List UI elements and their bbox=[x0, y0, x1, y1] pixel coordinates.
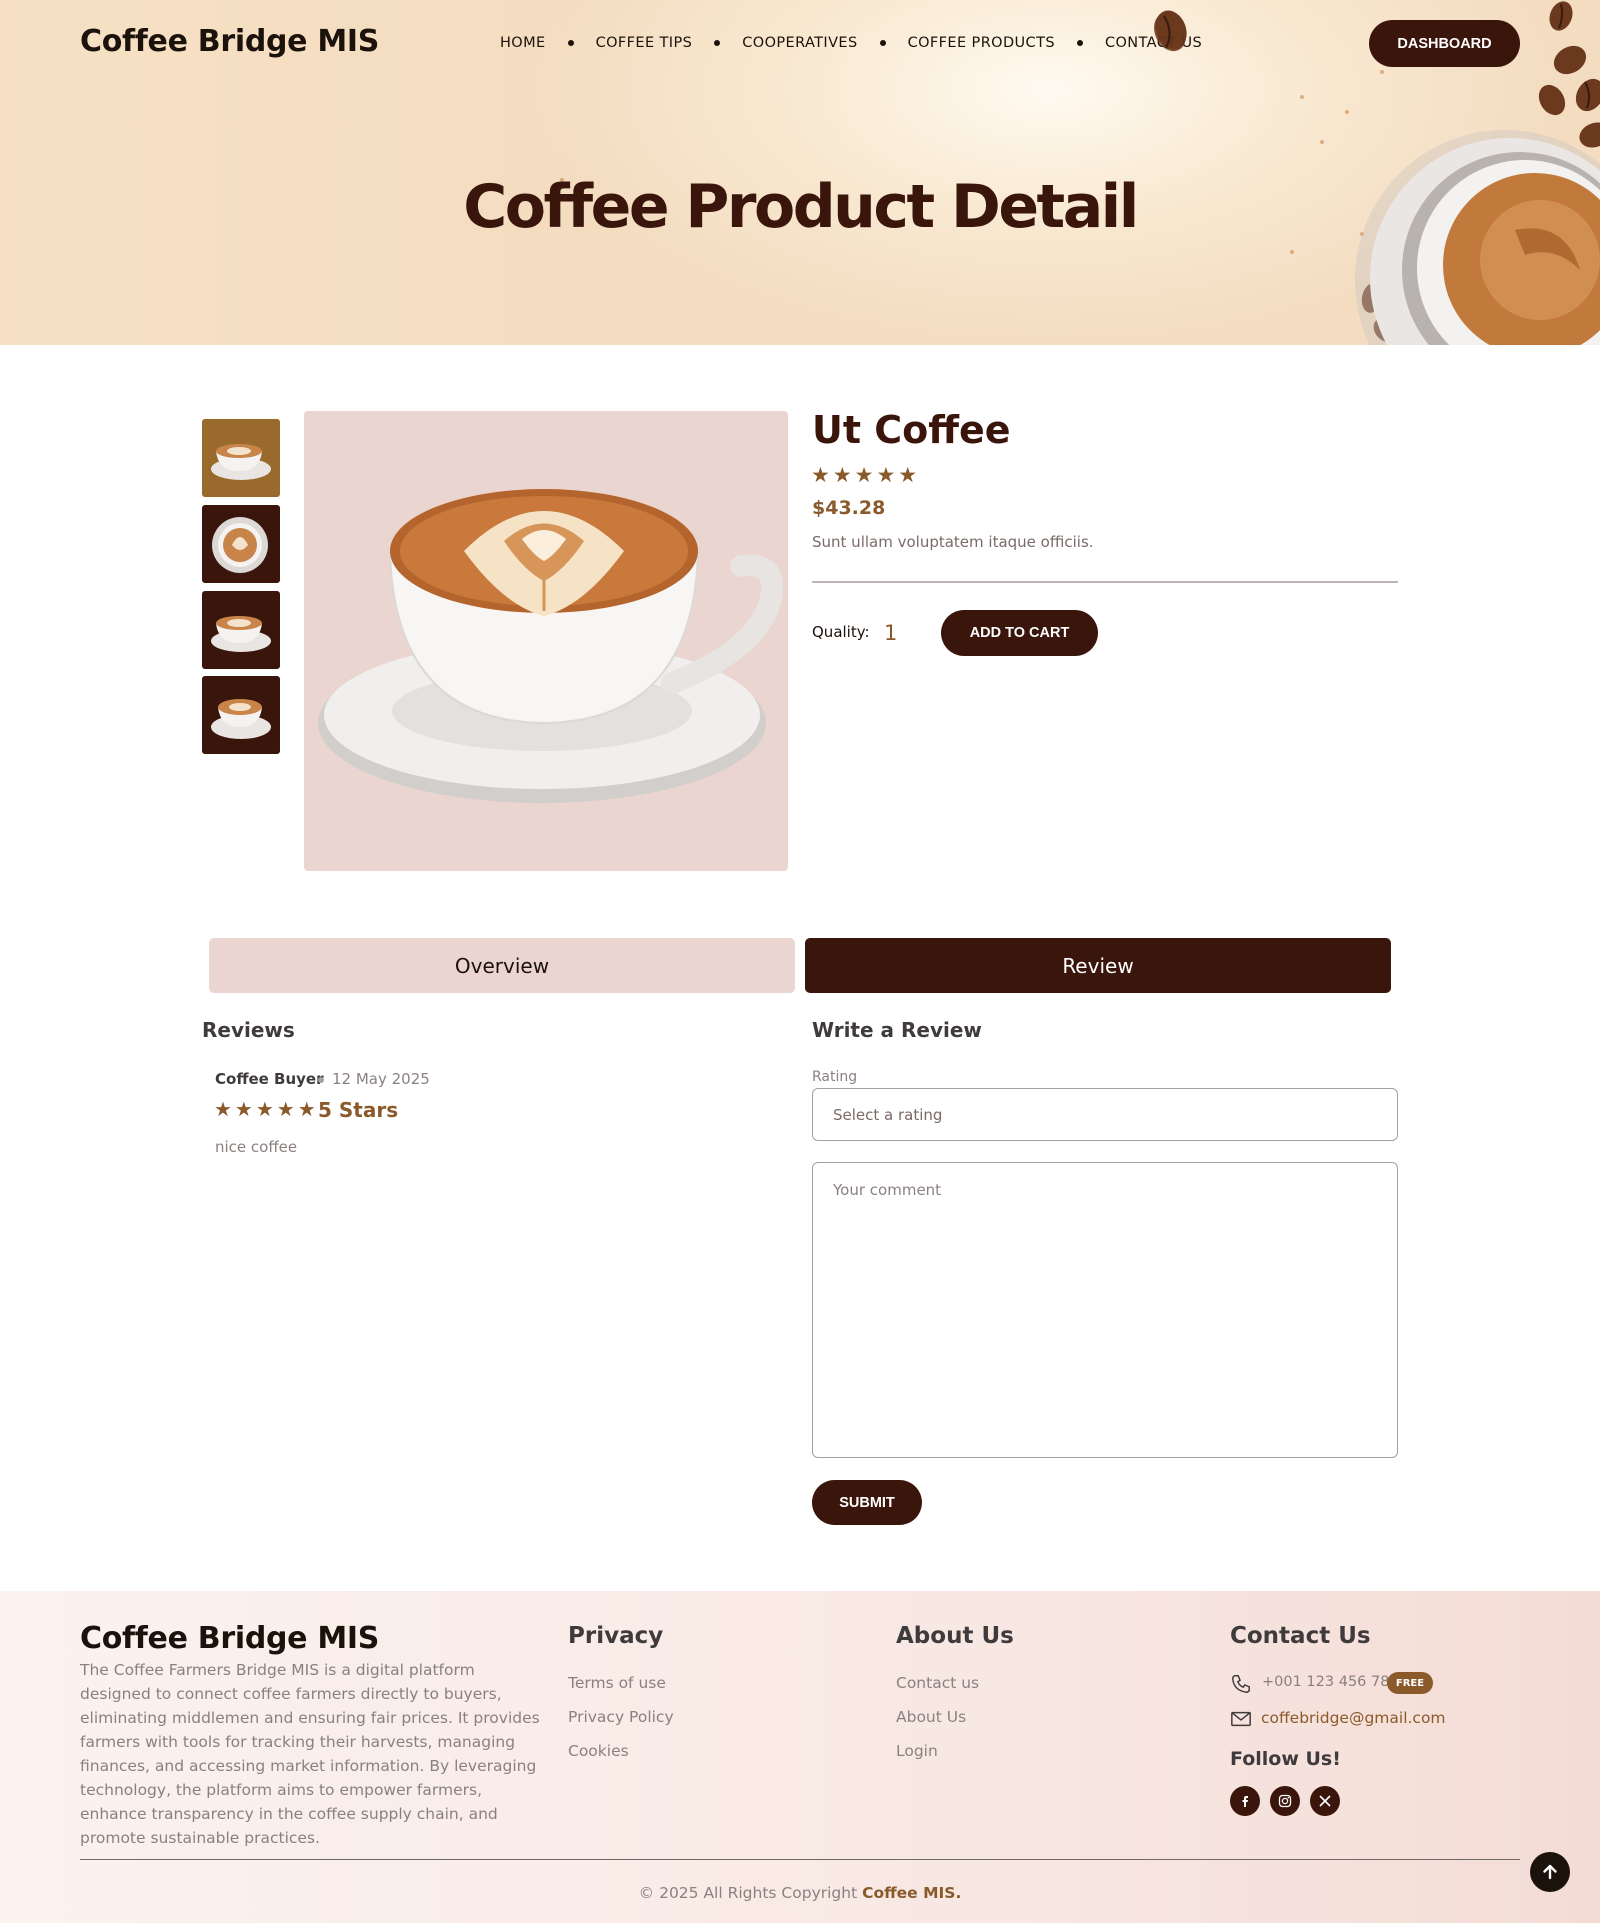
nav-separator bbox=[714, 40, 721, 46]
phone-icon bbox=[1232, 1675, 1250, 1693]
site-brand[interactable]: Coffee Bridge MIS bbox=[80, 24, 379, 59]
coffee-cup-icon bbox=[211, 444, 271, 480]
nav-coffee-tips[interactable]: COFFEE TIPS bbox=[596, 35, 693, 51]
comment-textarea[interactable] bbox=[812, 1162, 1398, 1458]
tab-overview[interactable]: Overview bbox=[209, 938, 795, 993]
coffee-bean-decoration bbox=[1153, 12, 1187, 52]
footer-divider bbox=[80, 1859, 1520, 1860]
divider bbox=[812, 581, 1398, 583]
product-thumbnail[interactable] bbox=[202, 676, 280, 754]
nav-separator bbox=[1076, 40, 1083, 46]
nav-separator bbox=[567, 40, 574, 46]
submit-review-button[interactable]: SUBMIT bbox=[812, 1480, 922, 1525]
product-name: Ut Coffee bbox=[812, 408, 1011, 452]
coffee-cup-icon bbox=[211, 699, 271, 739]
facebook-icon[interactable] bbox=[1230, 1786, 1260, 1816]
product-thumbnail[interactable] bbox=[202, 419, 280, 497]
product-thumbnail[interactable] bbox=[202, 505, 280, 583]
phone-free-badge: FREE bbox=[1387, 1672, 1433, 1694]
footer-about-text: The Coffee Farmers Bridge MIS is a digit… bbox=[80, 1661, 540, 1847]
nav-home[interactable]: HOME bbox=[500, 35, 546, 51]
footer-phone: +001 123 456 789 bbox=[1262, 1674, 1399, 1690]
follow-us-label: Follow Us! bbox=[1230, 1748, 1341, 1770]
reviews-heading: Reviews bbox=[202, 1018, 295, 1042]
footer-brand: Coffee Bridge MIS bbox=[80, 1621, 380, 1656]
footer-link-privacy-policy[interactable]: Privacy Policy bbox=[568, 1708, 674, 1726]
nav-coffee-products[interactable]: COFFEE PRODUCTS bbox=[908, 35, 1055, 51]
footer-link-login[interactable]: Login bbox=[896, 1742, 938, 1760]
footer-privacy-heading: Privacy bbox=[568, 1623, 664, 1649]
review-rating-score: 5 Stars bbox=[318, 1098, 399, 1122]
copyright-brand: Coffee MIS. bbox=[862, 1884, 962, 1902]
rating-label: Rating bbox=[812, 1069, 858, 1085]
mail-icon bbox=[1231, 1711, 1251, 1727]
footer-link-contact[interactable]: Contact us bbox=[896, 1674, 979, 1692]
footer-link-cookies[interactable]: Cookies bbox=[568, 1742, 629, 1760]
review-rating-stars: ★★★★★ bbox=[214, 1097, 319, 1121]
footer-link-about[interactable]: About Us bbox=[896, 1708, 966, 1726]
review-comment: nice coffee bbox=[215, 1138, 298, 1156]
instagram-icon[interactable] bbox=[1270, 1786, 1300, 1816]
copyright-text: © 2025 All Rights Copyright bbox=[638, 1884, 863, 1902]
tab-review[interactable]: Review bbox=[805, 938, 1391, 993]
latte-cup-image bbox=[318, 489, 784, 803]
product-price: $43.28 bbox=[812, 497, 886, 519]
copyright: © 2025 All Rights Copyright Coffee MIS. bbox=[0, 1884, 1600, 1902]
footer-about-heading: About Us bbox=[896, 1623, 1014, 1649]
add-to-cart-button[interactable]: ADD TO CART bbox=[941, 610, 1098, 656]
coffee-cup-icon bbox=[211, 616, 271, 652]
rating-select[interactable]: Select a rating bbox=[812, 1088, 1398, 1141]
product-thumbnail[interactable] bbox=[202, 591, 280, 669]
review-date: 12 May 2025 bbox=[332, 1070, 430, 1088]
nav-cooperatives[interactable]: COOPERATIVES bbox=[742, 35, 857, 51]
product-description: Sunt ullam voluptatem itaque officiis. bbox=[812, 533, 1094, 551]
dashboard-button[interactable]: DASHBOARD bbox=[1369, 20, 1520, 67]
arrow-up-icon bbox=[1543, 1864, 1557, 1880]
review-author: Coffee Buyer bbox=[215, 1070, 324, 1088]
quantity-label: Quality: bbox=[812, 623, 870, 641]
scroll-to-top-button[interactable] bbox=[1530, 1852, 1570, 1892]
coffee-cup-icon bbox=[212, 517, 268, 573]
quantity-input[interactable] bbox=[884, 617, 924, 649]
product-main-image bbox=[304, 411, 788, 871]
footer-link-terms[interactable]: Terms of use bbox=[568, 1674, 666, 1692]
main-nav: HOME COFFEE TIPS COOPERATIVES COFFEE PRO… bbox=[500, 33, 1202, 53]
write-review-heading: Write a Review bbox=[812, 1018, 982, 1042]
footer-contact-heading: Contact Us bbox=[1230, 1623, 1371, 1649]
x-icon[interactable] bbox=[1310, 1786, 1340, 1816]
footer-email-link[interactable]: coffebridge@gmail.com bbox=[1261, 1709, 1446, 1727]
review-separator-dot bbox=[318, 1077, 324, 1083]
footer: Coffee Bridge MIS The Coffee Farmers Bri… bbox=[0, 1591, 1600, 1923]
page-title: Coffee Product Detail bbox=[463, 172, 1139, 242]
product-rating-stars: ★★★★★ bbox=[811, 463, 921, 487]
nav-separator bbox=[879, 40, 886, 46]
